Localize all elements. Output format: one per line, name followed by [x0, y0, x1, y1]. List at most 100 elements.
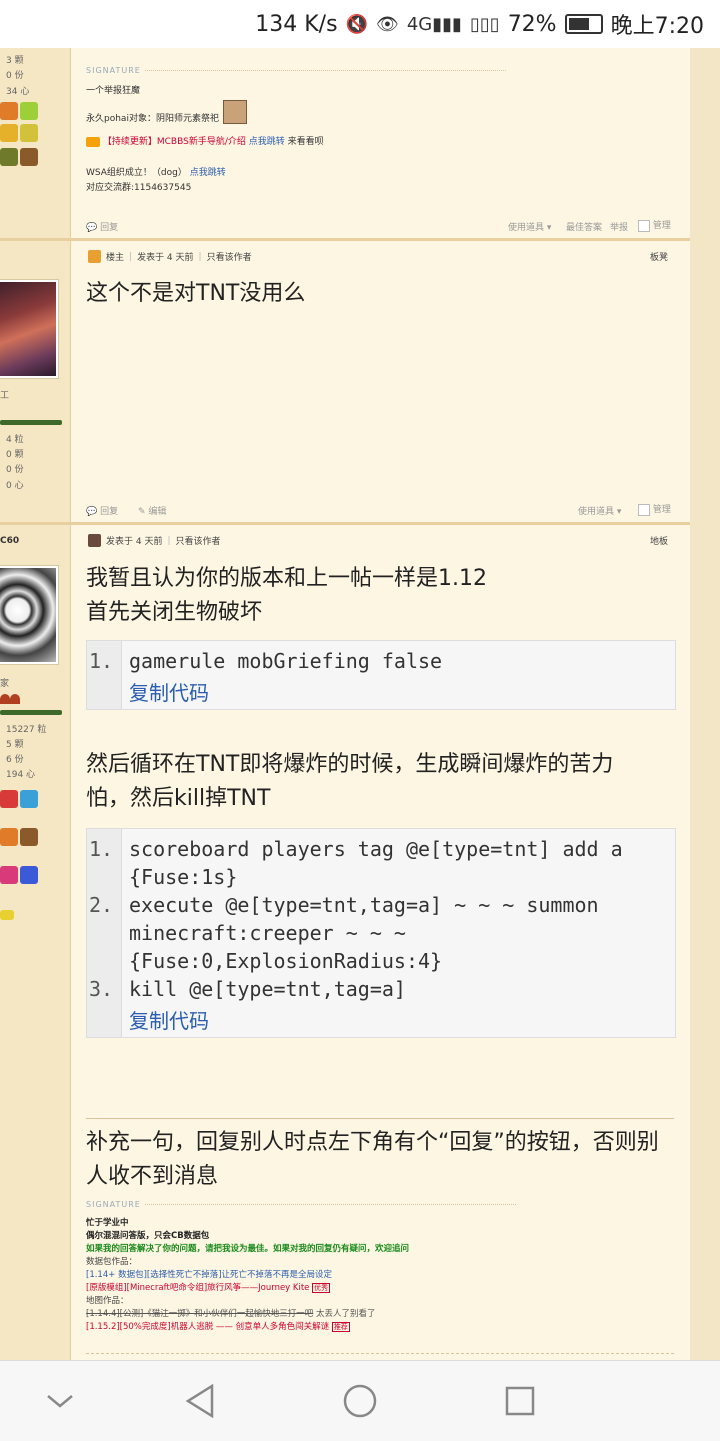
stat-item: 0 份	[6, 465, 24, 475]
medal-icon[interactable]	[0, 124, 18, 142]
stat-item: 0 颗	[6, 450, 24, 460]
reply-button[interactable]: 💬 回复	[86, 220, 118, 233]
code-line: execute @e[type=tnt,tag=a] ~ ~ ~ summon …	[129, 893, 611, 973]
author-column	[0, 48, 71, 1360]
reply-icon: 💬	[86, 507, 98, 517]
code-block: 1. 2. 3. scoreboard players tag @e[type=…	[86, 828, 676, 1038]
pencil-icon: ✎	[138, 507, 146, 517]
signature-link[interactable]: 点我跳转	[190, 168, 226, 178]
signature-group: 对应交流群:1154637545	[86, 183, 192, 193]
signature-line: 如果我的回答解决了你的问题，请把我设为最佳。如果对我的回复仍有疑问，欢迎追问	[86, 1244, 410, 1254]
avatar[interactable]	[0, 566, 58, 664]
medal-icon[interactable]	[0, 790, 18, 808]
signature-block: SIGNATURE 忙于学业中 偶尔混混问答版，只会CB数据包 如果我的回答解决…	[86, 1198, 516, 1334]
stat-item: 3 颗	[6, 56, 24, 66]
manage-checkbox[interactable]: 管理	[638, 502, 671, 516]
divider	[86, 1118, 674, 1119]
user-title: 家	[0, 679, 10, 689]
medal-icon[interactable]	[20, 866, 38, 884]
medal-icon[interactable]	[20, 102, 38, 120]
level-bar	[0, 420, 62, 425]
reply-button[interactable]: 💬 回复	[86, 504, 118, 517]
line-number: 1.	[89, 837, 114, 861]
medal-icon[interactable]	[20, 790, 38, 808]
signature-label: SIGNATURE	[86, 1200, 141, 1209]
system-nav-bar	[0, 1360, 720, 1441]
recents-button[interactable]	[498, 1379, 542, 1423]
only-author-link[interactable]: 只看该作者	[207, 250, 252, 263]
divider	[86, 1353, 674, 1354]
medal-icon[interactable]	[20, 148, 38, 166]
use-tool-label: 使用道具	[578, 507, 615, 517]
user-title: 工	[0, 391, 10, 401]
manage-checkbox[interactable]: 管理	[638, 218, 671, 232]
medal-icon[interactable]	[0, 828, 18, 846]
post-text: 我暂且认为你的版本和上一帖一样是1.12	[86, 566, 487, 591]
signature-link[interactable]: 点我跳转	[249, 137, 285, 147]
back-button[interactable]	[178, 1379, 222, 1423]
best-answer-button[interactable]: 最佳答案	[566, 220, 602, 233]
home-button[interactable]	[338, 1379, 382, 1423]
use-tool-label: 使用道具	[508, 223, 545, 233]
signature-strike[interactable]: [1.14.4][公测]《猫注一掷》和小伙伴们一起愉快地三打一吧	[86, 1309, 313, 1319]
battery-percent: 72%	[507, 11, 557, 37]
checkbox-icon[interactable]	[638, 503, 650, 516]
home-circle-icon	[343, 1384, 377, 1418]
post-divider	[0, 522, 690, 525]
manage-label: 管理	[652, 221, 671, 231]
medal-icon[interactable]	[0, 102, 18, 120]
post-text: 补充一句，回复别人时点左下角有个“回复”的按钮，否则别人收不到消息	[86, 1130, 659, 1189]
mute-icon: 🔇	[345, 13, 368, 35]
skin-face-icon	[222, 100, 247, 124]
signature-link[interactable]: [1.15.2][50%完成度]机器人逃脱 —— 创意单人多角色闯关解谜	[86, 1322, 329, 1332]
poster-icon	[88, 534, 101, 547]
avatar[interactable]	[0, 280, 58, 378]
use-tool-button[interactable]: 使用道具 ▾	[508, 220, 551, 233]
stat-item: 4 粒	[6, 435, 24, 445]
copy-code-link[interactable]: 复制代码	[129, 1005, 209, 1034]
post-time: 发表于 4 天前	[137, 253, 194, 263]
badge-icon	[10, 694, 20, 704]
signature-line: 永久pohai对象：阴阳师元素祭祀	[86, 113, 219, 124]
signature-block: SIGNATURE 一个举报狂魔 永久pohai对象：阴阳师元素祭祀 【持续更新…	[86, 66, 506, 193]
stat-item: 0 心	[6, 481, 24, 491]
stat-item: 5 颗	[6, 740, 24, 750]
edit-button[interactable]: ✎ 编辑	[138, 504, 166, 517]
report-button[interactable]: 举报	[610, 220, 628, 233]
divider	[144, 70, 506, 71]
use-tool-button[interactable]: 使用道具 ▾	[578, 504, 621, 517]
back-triangle-icon	[185, 1383, 214, 1419]
code-line: scoreboard players tag @e[type=tnt] add …	[129, 837, 635, 889]
new-badge-icon	[86, 136, 100, 147]
only-author-link[interactable]: 只看该作者	[176, 534, 221, 547]
signature-link[interactable]: [原版模组][Minecraft吧命令组]旅行风筝——Journey Kite	[86, 1283, 309, 1293]
signature-wsa: WSA组织成立！（dog）	[86, 168, 187, 178]
medal-icon[interactable]	[20, 124, 38, 142]
checkbox-icon[interactable]	[638, 219, 650, 232]
signature-line: 数据包作品：	[86, 1257, 138, 1267]
stat-item: 6 份	[6, 755, 24, 765]
post-text: 首先关闭生物破坏	[86, 600, 263, 625]
signature-notice-suffix: 来看看呗	[287, 137, 324, 147]
medal-icon[interactable]	[0, 866, 18, 884]
divider	[144, 1204, 516, 1205]
post-divider	[0, 238, 690, 241]
username[interactable]: C60	[0, 536, 19, 546]
badge-icon	[0, 694, 10, 704]
signature-line: 忙于学业中	[86, 1218, 129, 1228]
stat-item: 34 心	[6, 87, 30, 97]
post-time: 发表于 4 天前	[106, 537, 163, 547]
copy-code-link[interactable]: 复制代码	[129, 677, 209, 706]
recents-square-icon	[505, 1386, 535, 1416]
floor-label: 地板	[650, 537, 669, 547]
line-number: 1.	[89, 649, 114, 673]
hide-nav-button[interactable]	[38, 1379, 82, 1423]
forum-page[interactable]: 3 颗 0 份 34 心 SIGNATURE 一个举报狂魔 永久pohai对象：…	[0, 48, 720, 1360]
reply-label: 回复	[100, 507, 119, 517]
medal-icon[interactable]	[0, 148, 18, 166]
medal-icon[interactable]	[20, 828, 38, 846]
role-badge: 楼主	[106, 253, 125, 263]
medal-icon[interactable]	[0, 910, 14, 920]
signature-link[interactable]: [1.14+ 数据包][选择性死亡不掉落]让死亡不掉落不再是全局设定	[86, 1269, 516, 1282]
post-meta: 发表于 4 天前 | 只看该作者	[88, 534, 221, 547]
